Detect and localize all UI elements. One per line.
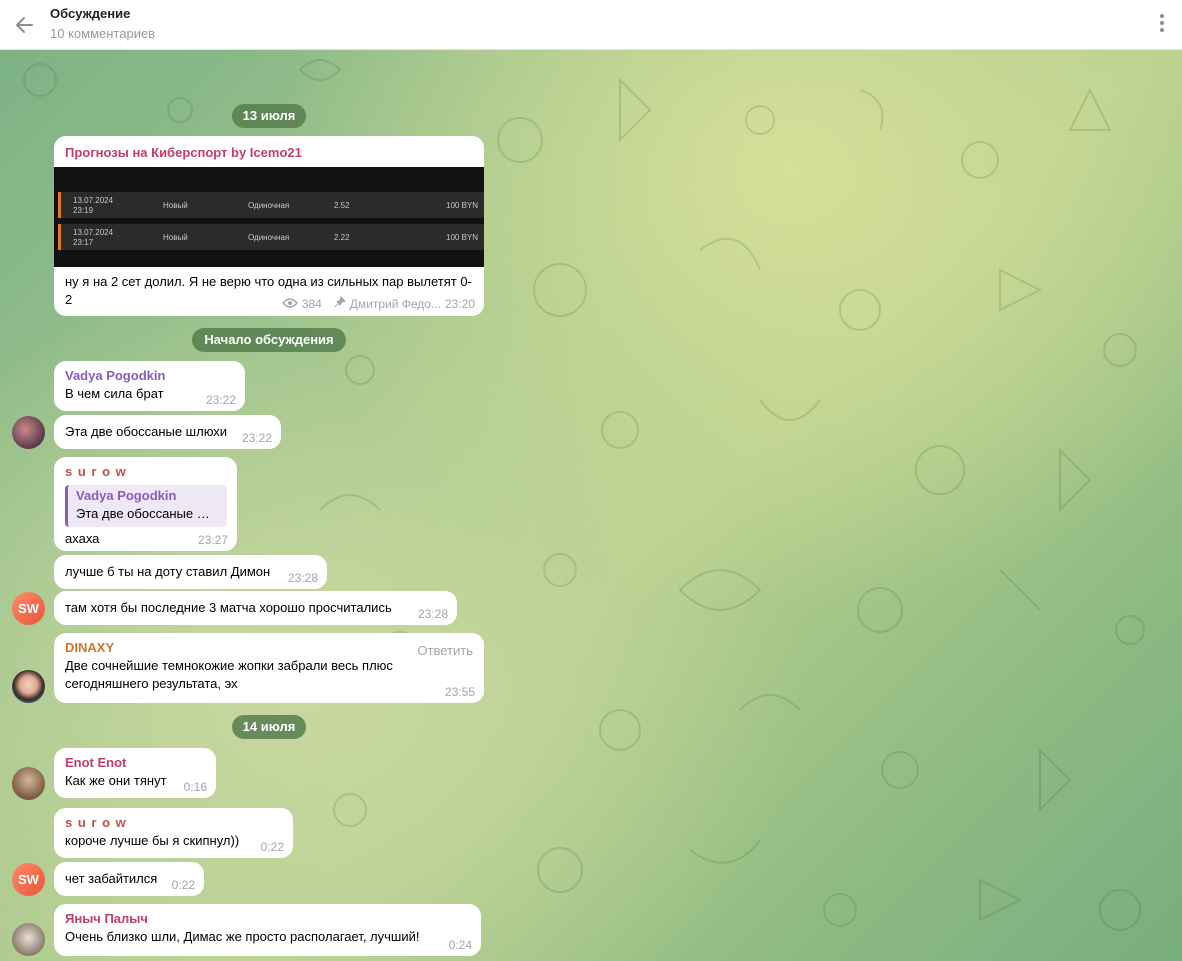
bet-screenshot[interactable]: 13.07.2024 23:19 Новый Одиночная 2.52 10… [54, 167, 484, 267]
view-count: 384 [301, 296, 322, 311]
message-author[interactable]: Яныч Палыч [65, 910, 470, 928]
message-text: лучше б ты на доту ставил Димон [65, 564, 271, 579]
message-text: Эта две обоссаные шлюхи [65, 424, 228, 439]
user-avatar[interactable] [12, 767, 45, 800]
message-bubble[interactable]: лучше б ты на доту ставил Димон 23:28 [54, 555, 327, 589]
chat-title: Обсуждение [50, 6, 131, 21]
post-author: Дмитрий Федо... [349, 296, 441, 311]
user-avatar[interactable] [12, 670, 45, 703]
user-avatar[interactable] [12, 416, 45, 449]
message-time: 0:22 [171, 878, 195, 892]
user-avatar[interactable]: SW [12, 592, 45, 625]
back-arrow-icon[interactable] [12, 12, 38, 38]
message-bubble[interactable]: Enot Enot Как же они тянут 0:16 [54, 748, 216, 798]
post-time: 23:20 [444, 296, 475, 311]
user-avatar[interactable] [12, 923, 45, 956]
message-time: 23:22 [205, 393, 236, 407]
message-bubble[interactable]: чет забайтился 0:22 [54, 862, 204, 896]
message-time: 0:24 [448, 938, 472, 952]
message-bubble[interactable]: s u r o w Vadya Pogodkin Эта две обоссан… [54, 457, 237, 551]
chat-header: Обсуждение 10 комментариев [0, 0, 1182, 50]
date-separator: 14 июля [232, 715, 306, 739]
message-text: короче лучше бы я скипнул)) [65, 833, 240, 848]
message-author[interactable]: s u r o w [65, 463, 226, 481]
user-avatar[interactable]: SW [12, 863, 45, 896]
reply-button[interactable]: Ответить [417, 642, 473, 660]
message-time: 23:28 [417, 607, 448, 621]
message-time: 23:22 [241, 431, 272, 445]
date-separator: 13 июля [232, 104, 306, 128]
message-bubble[interactable]: Vadya Pogodkin В чем сила брат 23:22 [54, 361, 245, 411]
bet-row: 13.07.2024 23:19 Новый Одиночная 2.52 10… [58, 192, 484, 218]
message-time: 0:22 [260, 840, 284, 854]
reply-text: Эта две обоссаные шлюхи [76, 506, 219, 521]
message-bubble[interactable]: Эта две обоссаные шлюхи 23:22 [54, 415, 281, 449]
message-time: 0:16 [183, 780, 207, 794]
message-text: Две сочнейшие темнокожие жопки забрали в… [65, 658, 393, 691]
message-bubble[interactable]: s u r o w короче лучше бы я скипнул)) 0:… [54, 808, 293, 858]
reply-author: Vadya Pogodkin [76, 488, 177, 503]
bet-row: 13.07.2024 23:17 Новый Одиночная 2.22 10… [58, 224, 484, 250]
message-time: 23:55 [444, 685, 475, 699]
pin-icon [334, 296, 346, 311]
chat-area[interactable]: 13 июля Прогнозы на Киберспорт by Icemo2… [0, 50, 1182, 961]
message-text: Очень близко шли, Димас же просто распол… [65, 929, 420, 944]
discussion-start-separator: Начало обсуждения [192, 328, 346, 352]
eye-icon [281, 297, 298, 311]
message-bubble[interactable]: DINAXY Ответить Две сочнейшие темнокожие… [54, 633, 484, 703]
message-time: 23:27 [197, 533, 228, 547]
reply-quote[interactable]: Vadya Pogodkin Эта две обоссаные шлюхи [65, 485, 227, 527]
channel-name[interactable]: Прогнозы на Киберспорт by Icemo21 [65, 145, 302, 160]
message-time: 23:28 [287, 571, 318, 585]
message-author[interactable]: Enot Enot [65, 754, 205, 772]
post-meta: 384 Дмитрий Федо... 23:20 [281, 296, 475, 311]
message-author[interactable]: Vadya Pogodkin [65, 367, 234, 385]
message-bubble[interactable]: там хотя бы последние 3 матча хорошо про… [54, 591, 457, 625]
message-author[interactable]: DINAXY [65, 639, 473, 657]
message-bubble[interactable]: Яныч Палыч Очень близко шли, Димас же пр… [54, 904, 481, 956]
comment-count: 10 комментариев [50, 26, 156, 41]
more-options-icon[interactable] [1152, 12, 1172, 34]
channel-post[interactable]: Прогнозы на Киберспорт by Icemo21 13.07.… [54, 136, 484, 316]
message-text: там хотя бы последние 3 матча хорошо про… [65, 600, 392, 615]
message-author[interactable]: s u r o w [65, 814, 282, 832]
